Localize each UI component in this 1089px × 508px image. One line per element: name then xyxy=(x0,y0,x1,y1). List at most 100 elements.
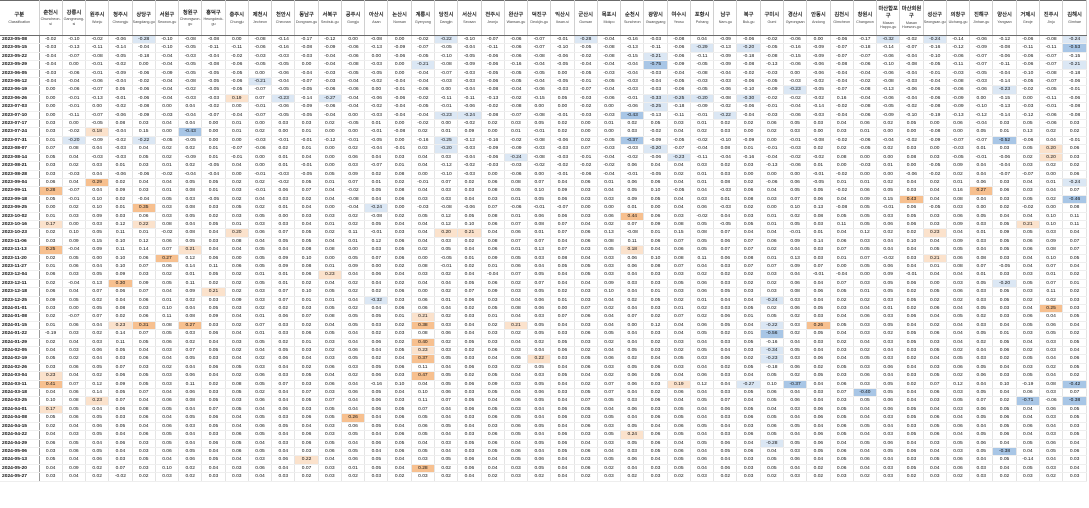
table-cell: -0.06 xyxy=(1016,60,1040,70)
table-cell: 0.24 xyxy=(620,430,645,440)
table-cell: 0.04 xyxy=(85,405,110,415)
table-cell: 0.04 xyxy=(387,422,412,432)
table-cell: 0.01 xyxy=(643,287,668,297)
table-cell: 0.03 xyxy=(364,321,389,331)
table-cell: 0.03 xyxy=(992,312,1017,322)
table-cell: -0.01 xyxy=(387,144,412,154)
table-cell: 0.00 xyxy=(853,170,878,179)
row-date: 2024-05-13 xyxy=(0,455,40,465)
column-header-kr: 성산구 xyxy=(927,11,943,18)
table-cell: 0.08 xyxy=(713,178,738,188)
table-cell: 0.05 xyxy=(830,287,854,297)
table-cell: 0.06 xyxy=(39,178,63,188)
table-cell: 0.04 xyxy=(923,195,947,205)
table-cell: -0.04 xyxy=(597,35,622,45)
table-cell: 0.10 xyxy=(155,464,180,474)
table-cell: 0.04 xyxy=(713,455,738,465)
table-cell: -0.06 xyxy=(1039,396,1064,406)
table-cell: -0.08 xyxy=(667,35,691,45)
table-cell: 0.03 xyxy=(85,220,110,230)
table-cell: 0.04 xyxy=(411,228,436,238)
table-cell: -0.56 xyxy=(760,329,785,339)
table-cell: 0.00 xyxy=(923,279,947,289)
table-cell: 0.02 xyxy=(132,472,156,482)
table-cell: 0.02 xyxy=(225,195,249,205)
table-cell: 0.06 xyxy=(899,220,924,230)
table-cell: 0.03 xyxy=(457,186,482,196)
table-cell: 0.02 xyxy=(248,127,273,137)
table-cell: -0.15 xyxy=(783,52,808,62)
table-cell: 0.06 xyxy=(876,220,901,230)
table-cell: 0.12 xyxy=(853,228,878,238)
table-cell: 0.21 xyxy=(201,287,226,297)
table-cell: 0.02 xyxy=(574,380,598,390)
table-cell: -0.19 xyxy=(1016,380,1040,390)
table-cell: 0.05 xyxy=(969,430,994,440)
table-cell: 0.03 xyxy=(39,363,63,373)
table-cell: 0.01 xyxy=(225,127,249,137)
table-cell: -0.07 xyxy=(574,85,598,95)
table-cell: -0.14 xyxy=(1016,455,1040,465)
table-cell: 0.07 xyxy=(527,237,552,247)
table-cell: 0.06 xyxy=(364,338,389,348)
table-cell: 0.01 xyxy=(830,254,854,263)
table-cell: 0.02 xyxy=(550,287,575,297)
table-cell: 0.05 xyxy=(527,380,552,390)
table-cell: -0.09 xyxy=(690,102,715,112)
table-cell: 0.01 xyxy=(39,212,63,221)
table-row: 2023-11-13 0.25 -0.04 0.09 0.11 0.14 0.07 0.21 0… xyxy=(0,245,1087,255)
table-cell: 0.03 xyxy=(760,270,785,280)
table-cell: -0.18 xyxy=(132,52,156,62)
table-cell: -0.01 xyxy=(294,161,319,171)
table-cell: 0.02 xyxy=(248,304,273,314)
table-cell: 0.04 xyxy=(527,413,552,423)
table-cell: 0.02 xyxy=(341,472,366,482)
table-cell: 0.05 xyxy=(992,455,1017,465)
table-cell: 0.10 xyxy=(1039,220,1064,230)
table-cell: 0.05 xyxy=(597,413,622,423)
table-cell: -0.02 xyxy=(1016,85,1040,95)
table-cell: 0.04 xyxy=(667,178,691,188)
table-cell: 0.05 xyxy=(760,396,785,406)
table-cell: 0.02 xyxy=(341,220,366,230)
table-cell: -0.08 xyxy=(899,60,924,70)
table-cell: -0.08 xyxy=(434,203,459,213)
table-cell: 0.05 xyxy=(132,455,156,465)
column-header-kr: 춘천시 xyxy=(43,9,58,16)
table-cell: 0.02 xyxy=(248,203,273,213)
column-header-kr: 안동시 xyxy=(811,11,826,18)
table-cell: -0.04 xyxy=(760,153,785,163)
table-cell: 0.02 xyxy=(876,228,901,238)
table-cell: 0.04 xyxy=(364,346,389,356)
table-cell: 0.06 xyxy=(318,363,342,373)
table-cell: 0.02 xyxy=(527,472,552,482)
table-cell: 0.03 xyxy=(992,371,1017,381)
table-cell: -0.04 xyxy=(318,111,342,121)
table-cell: 0.06 xyxy=(457,464,482,474)
table-cell: -0.06 xyxy=(318,102,342,112)
table-row: 2024-04-22 0.04 0.03 0.05 0.04 0.06 0.05 0.04 0.… xyxy=(0,430,1087,440)
row-date: 2023-11-20 xyxy=(0,254,40,263)
table-cell: 0.04 xyxy=(411,186,436,196)
table-cell: -0.02 xyxy=(760,94,785,104)
table-cell: 0.05 xyxy=(760,413,785,423)
table-cell: 0.05 xyxy=(271,422,296,432)
table-cell: 0.06 xyxy=(457,380,482,390)
table-cell: -0.02 xyxy=(597,161,622,171)
table-cell: 0.06 xyxy=(132,212,156,221)
table-cell: 0.02 xyxy=(620,119,645,129)
table-cell: 0.04 xyxy=(434,405,459,415)
row-date: 2023-11-06 xyxy=(0,237,40,247)
table-cell: -0.07 xyxy=(411,43,436,53)
table-cell: 0.01 xyxy=(969,270,994,280)
table-cell: -0.02 xyxy=(713,102,738,112)
table-cell: 0.04 xyxy=(550,321,575,331)
table-cell: 0.03 xyxy=(341,161,366,171)
table-cell: 0.04 xyxy=(830,119,854,129)
table-cell: 0.06 xyxy=(806,430,831,440)
column-header-en: Jecheon xyxy=(253,19,267,24)
table-cell: 0.01 xyxy=(294,338,319,348)
table-cell: 0.03 xyxy=(39,237,63,247)
table-cell: -0.06 xyxy=(899,170,924,179)
table-cell: 0.04 xyxy=(783,413,808,423)
